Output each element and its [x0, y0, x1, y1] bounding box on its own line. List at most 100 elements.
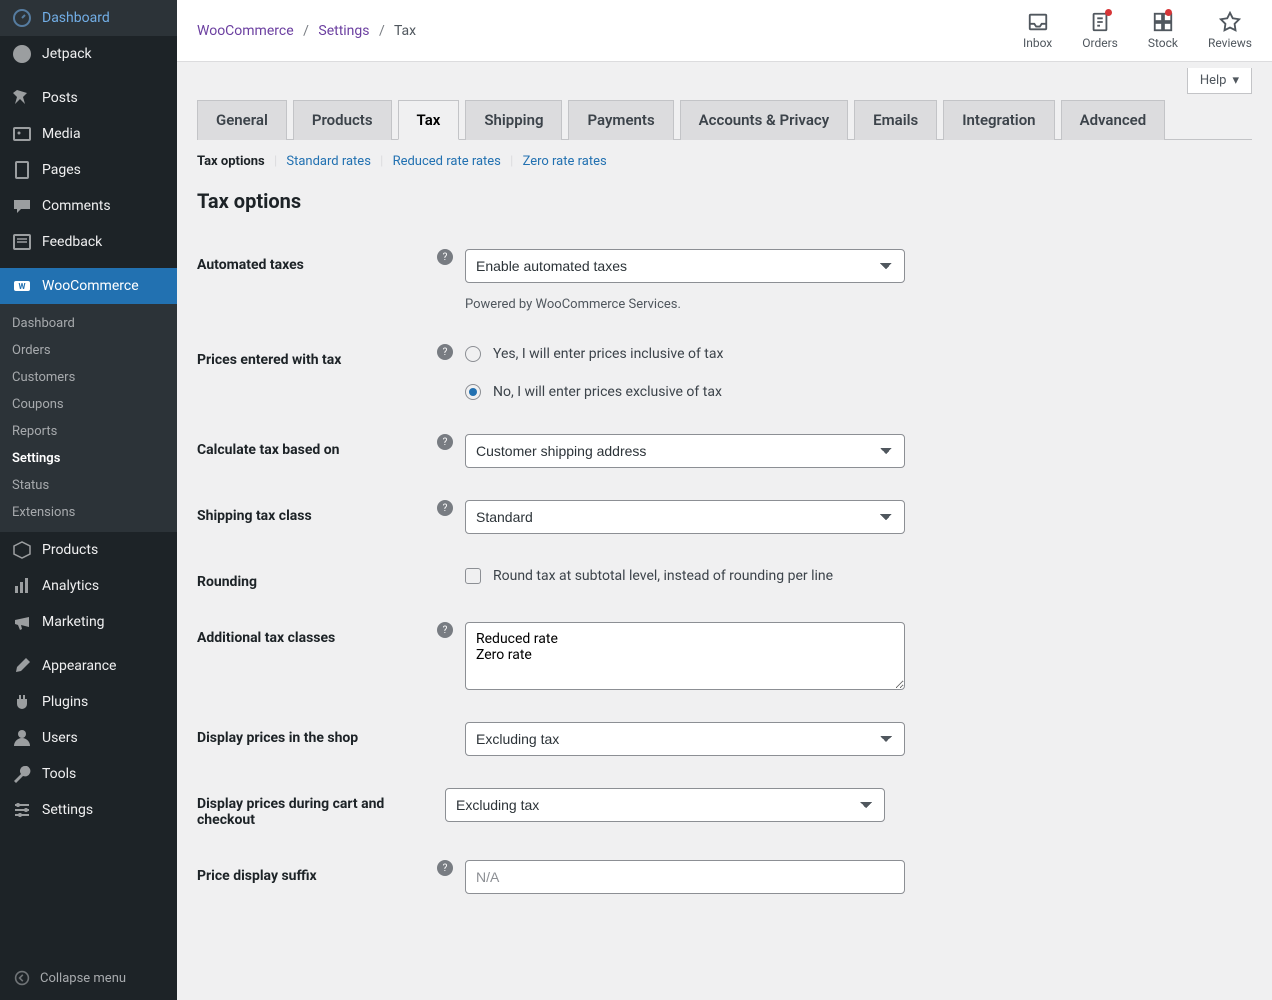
label: Appearance	[42, 658, 116, 674]
tax-subtabs: Tax options | Standard rates | Reduced r…	[197, 140, 1252, 183]
subtab-options[interactable]: Tax options	[197, 154, 265, 169]
chevron-down-icon: ▾	[1232, 73, 1239, 88]
tab-shipping[interactable]: Shipping	[465, 100, 562, 140]
breadcrumb-current: Tax	[394, 23, 416, 39]
sidebar-item-products[interactable]: Products	[0, 532, 177, 568]
tab-general[interactable]: General	[197, 100, 287, 140]
label: Feedback	[42, 234, 102, 250]
settings-tabs: General Products Tax Shipping Payments A…	[197, 100, 1252, 140]
checkbox-icon	[465, 568, 481, 584]
sidebar-item-plugins[interactable]: Plugins	[0, 684, 177, 720]
sidebar-item-posts[interactable]: Posts	[0, 80, 177, 116]
subtab-zero[interactable]: Zero rate rates	[523, 154, 607, 169]
sidebar-item-pages[interactable]: Pages	[0, 152, 177, 188]
comment-icon	[12, 196, 32, 216]
label: Products	[42, 542, 98, 558]
sub-customers[interactable]: Customers	[0, 364, 177, 391]
desc-automated-taxes: Powered by WooCommerce Services.	[465, 297, 1252, 312]
label: Dashboard	[42, 10, 110, 26]
label: Stock	[1148, 36, 1178, 50]
tab-accounts[interactable]: Accounts & Privacy	[680, 100, 849, 140]
topbar-stock[interactable]: Stock	[1148, 11, 1178, 50]
sidebar-item-jetpack[interactable]: Jetpack	[0, 36, 177, 72]
wrench-icon	[12, 764, 32, 784]
breadcrumb-settings[interactable]: Settings	[318, 23, 369, 39]
label: Help	[1200, 73, 1227, 88]
label: WooCommerce	[42, 278, 139, 294]
topbar-inbox[interactable]: Inbox	[1023, 11, 1052, 50]
label-rounding: Rounding	[197, 566, 437, 590]
label: Jetpack	[42, 46, 92, 62]
label: Pages	[42, 162, 81, 178]
breadcrumb-woocommerce[interactable]: WooCommerce	[197, 23, 294, 39]
select-display-shop[interactable]: Excluding tax	[465, 722, 905, 756]
tab-integration[interactable]: Integration	[943, 100, 1054, 140]
subtab-reduced[interactable]: Reduced rate rates	[393, 154, 501, 169]
sidebar-item-marketing[interactable]: Marketing	[0, 604, 177, 640]
help-icon[interactable]: ?	[437, 249, 453, 265]
sidebar-item-feedback[interactable]: Feedback	[0, 224, 177, 260]
sub-coupons[interactable]: Coupons	[0, 391, 177, 418]
sidebar-item-settings[interactable]: Settings	[0, 792, 177, 828]
sidebar-item-appearance[interactable]: Appearance	[0, 648, 177, 684]
sub-settings[interactable]: Settings	[0, 445, 177, 472]
select-display-cart[interactable]: Excluding tax	[445, 788, 885, 822]
chart-icon	[12, 576, 32, 596]
sidebar-item-woocommerce[interactable]: W WooCommerce	[0, 268, 177, 304]
help-toggle[interactable]: Help ▾	[1187, 68, 1252, 94]
sidebar-item-tools[interactable]: Tools	[0, 756, 177, 792]
sub-extensions[interactable]: Extensions	[0, 499, 177, 526]
label-suffix: Price display suffix	[197, 860, 437, 884]
notification-dot	[1105, 9, 1112, 16]
svg-text:W: W	[19, 282, 26, 291]
sub-reports[interactable]: Reports	[0, 418, 177, 445]
sidebar-item-comments[interactable]: Comments	[0, 188, 177, 224]
breadcrumb: WooCommerce / Settings / Tax	[197, 23, 416, 39]
woocommerce-submenu: Dashboard Orders Customers Coupons Repor…	[0, 304, 177, 532]
radio-inclusive[interactable]: Yes, I will enter prices inclusive of ta…	[465, 344, 723, 364]
sidebar-item-media[interactable]: Media	[0, 116, 177, 152]
sidebar-item-dashboard[interactable]: Dashboard	[0, 0, 177, 36]
sidebar-item-users[interactable]: Users	[0, 720, 177, 756]
user-icon	[12, 728, 32, 748]
checkbox-rounding[interactable]: Round tax at subtotal level, instead of …	[465, 566, 833, 586]
textarea-add-classes[interactable]: Reduced rate Zero rate	[465, 622, 905, 690]
label-calc-based: Calculate tax based on	[197, 434, 437, 458]
select-ship-class[interactable]: Standard	[465, 500, 905, 534]
help-icon[interactable]: ?	[437, 500, 453, 516]
topbar: WooCommerce / Settings / Tax Inbox Order…	[177, 0, 1272, 62]
tab-emails[interactable]: Emails	[854, 100, 937, 140]
select-automated-taxes[interactable]: Enable automated taxes	[465, 249, 905, 283]
label: Marketing	[42, 614, 105, 630]
sub-orders[interactable]: Orders	[0, 337, 177, 364]
sub-dashboard[interactable]: Dashboard	[0, 310, 177, 337]
topbar-icons: Inbox Orders Stock Reviews	[1023, 11, 1252, 50]
sep: /	[379, 23, 385, 39]
help-icon[interactable]: ?	[437, 344, 453, 360]
label-automated-taxes: Automated taxes	[197, 249, 437, 273]
tab-products[interactable]: Products	[293, 100, 392, 140]
subtab-standard[interactable]: Standard rates	[286, 154, 371, 169]
tab-tax[interactable]: Tax	[398, 100, 460, 140]
topbar-orders[interactable]: Orders	[1082, 11, 1118, 50]
tab-payments[interactable]: Payments	[568, 100, 673, 140]
feedback-icon	[12, 232, 32, 252]
input-suffix[interactable]	[465, 860, 905, 894]
label: No, I will enter prices exclusive of tax	[493, 384, 722, 400]
help-icon[interactable]: ?	[437, 622, 453, 638]
select-calc-based[interactable]: Customer shipping address	[465, 434, 905, 468]
radio-icon	[465, 384, 481, 400]
label: Comments	[42, 198, 111, 214]
collapse-menu[interactable]: Collapse menu	[0, 956, 177, 1000]
label-ship-class: Shipping tax class	[197, 500, 437, 524]
help-icon[interactable]: ?	[437, 860, 453, 876]
notification-dot	[1165, 9, 1172, 16]
label: Inbox	[1023, 36, 1052, 50]
topbar-reviews[interactable]: Reviews	[1208, 11, 1252, 50]
sub-status[interactable]: Status	[0, 472, 177, 499]
radio-exclusive[interactable]: No, I will enter prices exclusive of tax	[465, 382, 723, 402]
tab-advanced[interactable]: Advanced	[1061, 100, 1166, 140]
sidebar-item-analytics[interactable]: Analytics	[0, 568, 177, 604]
help-icon[interactable]: ?	[437, 434, 453, 450]
label: Reviews	[1208, 36, 1252, 50]
